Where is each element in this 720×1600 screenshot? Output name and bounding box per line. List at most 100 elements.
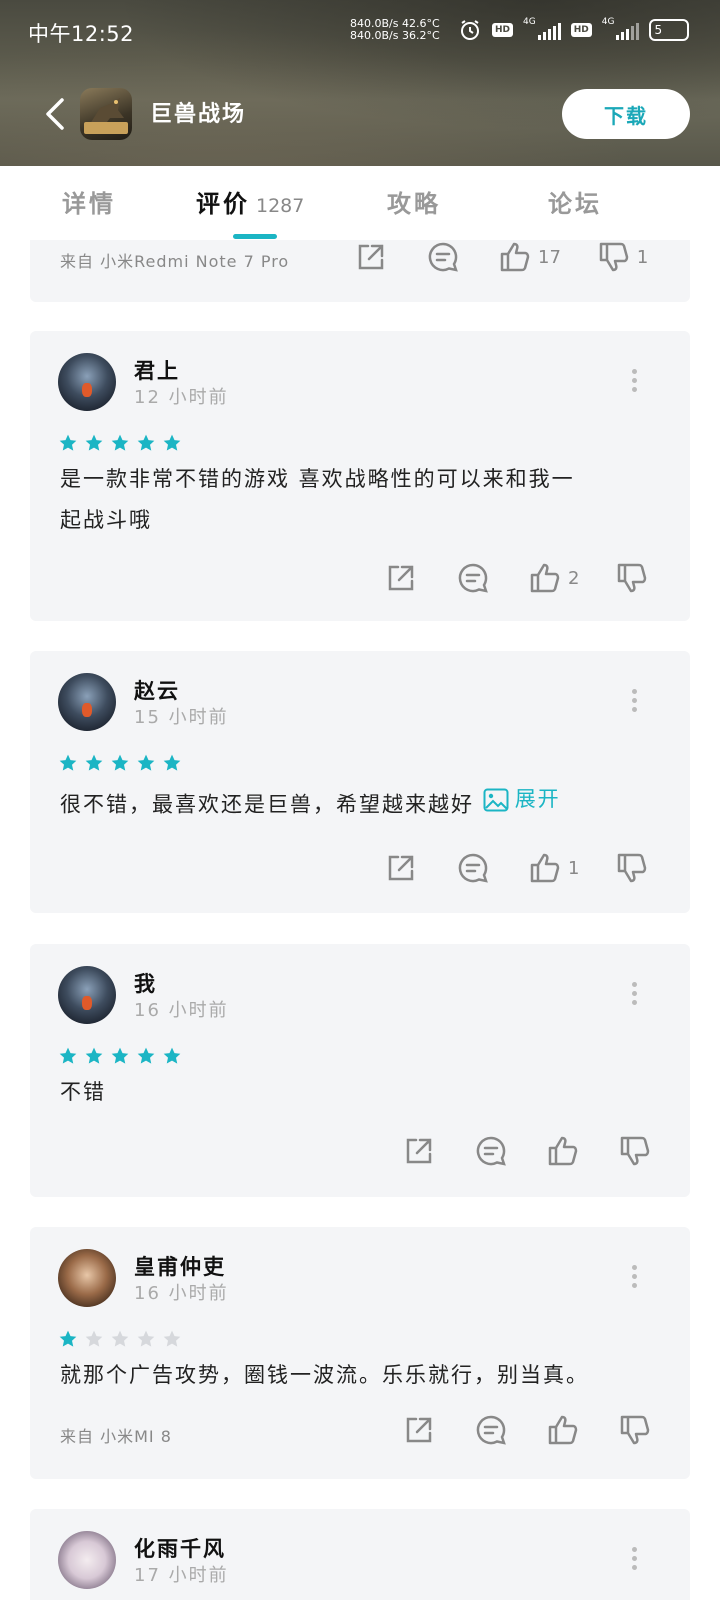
expand-link[interactable]: 展开 [483, 779, 561, 820]
like-button[interactable]: 2 [528, 561, 579, 595]
review-text-line: 是一款非常不错的游戏 喜欢战略性的可以来和我一 [60, 467, 575, 491]
tab-reviews[interactable]: 评价 1287 [196, 184, 304, 219]
review-time: 16 小时前 [134, 1283, 229, 1304]
user-name[interactable]: 皇甫仲吏 [134, 1251, 226, 1281]
star-filled-icon [137, 434, 155, 451]
image-icon [483, 788, 509, 811]
star-filled-icon [137, 1047, 155, 1064]
review-text-line: 很不错，最喜欢还是巨兽，希望越来越好 [60, 792, 474, 817]
dislike-button[interactable] [618, 1134, 652, 1168]
review-actions: 2 [384, 561, 649, 595]
download-button[interactable]: 下载 [562, 89, 690, 139]
battery-level: 5 [654, 23, 663, 37]
avatar[interactable] [58, 1249, 116, 1307]
star-filled-icon [85, 1047, 103, 1064]
star-empty-icon [163, 1330, 181, 1347]
star-filled-icon [85, 434, 103, 451]
network-speed: 840.0B/s 42.6°C 840.0B/s 36.2°C [350, 18, 440, 42]
star-empty-icon [111, 1330, 129, 1347]
like-button[interactable] [546, 1134, 580, 1168]
review-card: 皇甫仲吏 16 小时前 就那个广告攻势，圈钱一波流。乐乐就行，别当真。 来自 小… [30, 1227, 690, 1479]
like-button[interactable]: 1 [528, 851, 579, 885]
comment-icon[interactable] [474, 1134, 508, 1168]
net-speed-line2: 840.0B/s 36.2°C [350, 29, 440, 42]
review-card: 我 16 小时前 不错 [30, 944, 690, 1197]
review-time: 17 小时前 [134, 1565, 229, 1586]
status-bar: 中午12:52 840.0B/s 42.6°C 840.0B/s 36.2°C … [0, 0, 720, 64]
star-rating [58, 1046, 182, 1066]
alarm-icon [458, 18, 482, 42]
avatar[interactable] [58, 1531, 116, 1589]
tab-guides-label: 攻略 [387, 190, 441, 218]
avatar[interactable] [58, 353, 116, 411]
avatar[interactable] [58, 673, 116, 731]
star-filled-icon [59, 1047, 77, 1064]
star-filled-icon [59, 1330, 77, 1347]
review-text-line: 起战斗哦 [60, 508, 152, 532]
app-icon-banner [84, 122, 128, 134]
like-count: 1 [568, 857, 580, 879]
dislike-button[interactable] [615, 561, 649, 595]
dislike-button[interactable] [615, 851, 649, 885]
review-actions: 1 [384, 851, 649, 885]
share-icon[interactable] [384, 561, 418, 595]
share-icon[interactable] [384, 851, 418, 885]
more-options-icon[interactable] [630, 982, 638, 1008]
review-actions: 17 1 [354, 240, 648, 274]
user-name[interactable]: 君上 [134, 355, 180, 385]
back-arrow-icon[interactable] [40, 94, 70, 134]
like-button[interactable]: 17 [498, 240, 561, 274]
star-filled-icon [59, 434, 77, 451]
star-rating [58, 1329, 182, 1349]
review-text-line: 不错 [60, 1080, 106, 1104]
tab-guides[interactable]: 攻略 [387, 184, 441, 219]
review-card: 赵云 15 小时前 很不错，最喜欢还是巨兽，希望越来越好 展开 1 [30, 651, 690, 913]
review-actions [402, 1413, 652, 1447]
like-button[interactable] [546, 1413, 580, 1447]
share-icon[interactable] [402, 1413, 436, 1447]
star-rating [58, 753, 182, 773]
like-count: 2 [568, 567, 580, 589]
tab-forum[interactable]: 论坛 [548, 184, 602, 219]
comment-icon[interactable] [474, 1413, 508, 1447]
status-time: 中午12:52 [28, 22, 135, 46]
more-options-icon[interactable] [630, 689, 638, 715]
tab-forum-label: 论坛 [548, 190, 602, 218]
star-filled-icon [111, 434, 129, 451]
like-count: 17 [538, 246, 561, 268]
tab-bar: 详情 评价 1287 攻略 论坛 [0, 166, 720, 240]
comment-icon[interactable] [456, 561, 490, 595]
signal-icon: 4G [523, 17, 561, 40]
star-filled-icon [137, 754, 155, 771]
more-options-icon[interactable] [630, 369, 638, 395]
share-icon[interactable] [402, 1134, 436, 1168]
star-filled-icon [111, 754, 129, 771]
tab-details[interactable]: 详情 [62, 184, 116, 219]
dislike-button[interactable] [618, 1413, 652, 1447]
star-filled-icon [163, 434, 181, 451]
comment-icon[interactable] [426, 240, 460, 274]
star-filled-icon [163, 1047, 181, 1064]
star-empty-icon [137, 1330, 155, 1347]
star-filled-icon [163, 754, 181, 771]
comment-icon[interactable] [456, 851, 490, 885]
dislike-button[interactable]: 1 [597, 240, 648, 274]
more-options-icon[interactable] [630, 1547, 638, 1573]
review-count: 1287 [256, 195, 305, 217]
app-bar: 巨兽战场 下载 [0, 84, 720, 144]
star-filled-icon [85, 754, 103, 771]
user-name[interactable]: 我 [134, 968, 157, 998]
review-text: 是一款非常不错的游戏 喜欢战略性的可以来和我一 起战斗哦 [60, 459, 660, 541]
review-time: 15 小时前 [134, 707, 229, 728]
more-options-icon[interactable] [630, 1265, 638, 1291]
user-name[interactable]: 化雨千风 [134, 1533, 226, 1563]
review-time: 16 小时前 [134, 1000, 229, 1021]
review-card: 君上 12 小时前 是一款非常不错的游戏 喜欢战略性的可以来和我一 起战斗哦 2 [30, 331, 690, 621]
share-icon[interactable] [354, 240, 388, 274]
avatar[interactable] [58, 966, 116, 1024]
tab-indicator [233, 234, 277, 239]
app-icon [80, 88, 132, 140]
hd-badge: HD [492, 23, 514, 37]
review-text: 不错 [60, 1072, 660, 1113]
user-name[interactable]: 赵云 [134, 675, 180, 705]
